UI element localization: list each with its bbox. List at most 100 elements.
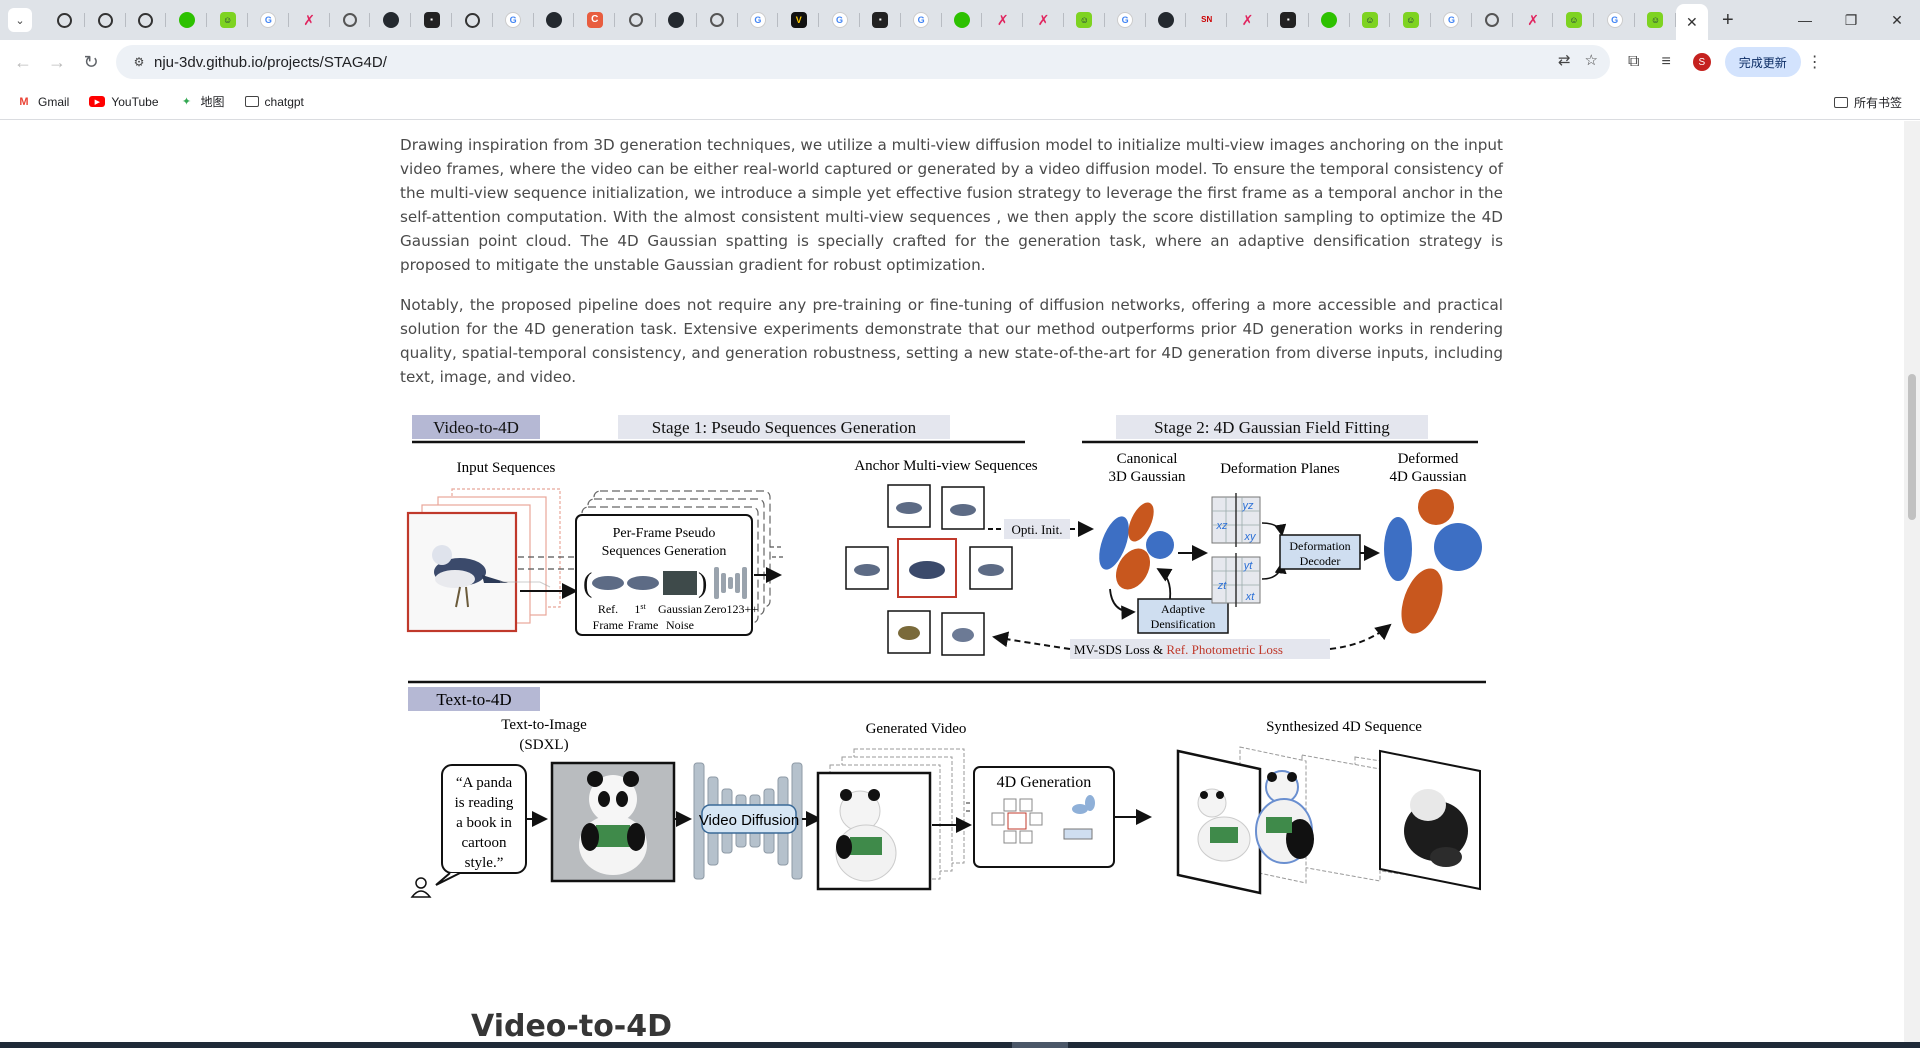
generated-video-frames xyxy=(816,748,965,891)
scrollbar-thumb[interactable] xyxy=(1908,374,1916,520)
browser-tab[interactable]: G xyxy=(1105,4,1146,36)
orange-icon: C xyxy=(586,12,603,28)
noise-label: Noise xyxy=(666,618,694,632)
forward-button[interactable]: → xyxy=(40,45,74,79)
plane-xz-label: xz xyxy=(1216,520,1229,532)
browser-tab[interactable]: ✗ xyxy=(1513,4,1554,36)
densify-arrow-in xyxy=(1109,588,1136,620)
smile-icon: ☺ xyxy=(1361,12,1378,28)
close-paren-glyph: ) xyxy=(698,568,707,599)
browser-tab[interactable]: ☺ xyxy=(1553,4,1595,36)
browser-tab[interactable]: ✗ xyxy=(1023,4,1064,36)
reload-button[interactable]: ↻ xyxy=(74,45,108,79)
tab-search-button[interactable]: ⌄ xyxy=(8,8,32,32)
extensions-icon[interactable]: ⧉ xyxy=(1628,53,1639,71)
browser-tab[interactable]: ✗ xyxy=(982,4,1023,36)
browser-tab[interactable] xyxy=(1146,4,1187,36)
browser-tab[interactable]: ☺ xyxy=(207,4,248,36)
bookmark-star-icon[interactable]: ☆ xyxy=(1585,51,1598,69)
browser-tab[interactable] xyxy=(656,4,697,36)
browser-tab[interactable] xyxy=(85,4,126,36)
site-info-icon[interactable]: ⚙ xyxy=(128,51,150,73)
user-icon xyxy=(410,877,432,898)
browser-tab[interactable]: ✗ xyxy=(1227,4,1268,36)
browser-tab[interactable]: G xyxy=(901,4,942,36)
bookmark-gmail[interactable]: M Gmail xyxy=(12,88,73,116)
google-icon: G xyxy=(1606,12,1623,28)
browser-tab[interactable]: ▪ xyxy=(1268,4,1309,36)
per-frame-label-2: Sequences Generation xyxy=(602,544,727,559)
browser-tab[interactable]: ▪ xyxy=(411,4,452,36)
browser-tab[interactable]: ☺ xyxy=(1635,4,1676,36)
github-icon xyxy=(668,12,685,28)
ref-frame-label: Frame xyxy=(593,618,624,632)
all-bookmarks-folder[interactable]: 所有书签 xyxy=(1830,88,1906,116)
anchor-mv-label: Anchor Multi-view Sequences xyxy=(854,458,1037,474)
browser-tab[interactable] xyxy=(1472,4,1513,36)
generated-video-label: Generated Video xyxy=(866,721,967,737)
browser-tab[interactable] xyxy=(1309,4,1350,36)
translate-icon[interactable]: ⇄ xyxy=(1558,51,1571,69)
new-tab-button[interactable]: + xyxy=(1714,6,1742,34)
browser-tab[interactable] xyxy=(370,4,411,36)
active-tab[interactable]: ✕ xyxy=(1675,4,1708,40)
url-text[interactable]: nju-3dv.github.io/projects/STAG4D/ xyxy=(154,54,387,71)
plane-zt-label: zt xyxy=(1217,580,1228,592)
address-bar[interactable]: ⚙ nju-3dv.github.io/projects/STAG4D/ ⇄ ☆ xyxy=(116,45,1610,79)
browser-tab[interactable]: G xyxy=(1594,4,1635,36)
browser-tab[interactable] xyxy=(697,4,738,36)
page-scrollbar[interactable] xyxy=(1904,121,1920,1042)
wechat-icon xyxy=(178,12,195,28)
bookmark-youtube[interactable]: ▶ YouTube xyxy=(85,88,162,116)
minimize-button[interactable]: — xyxy=(1782,0,1828,40)
plane-xy-label: xy xyxy=(1244,531,1258,543)
google-icon: G xyxy=(1117,12,1134,28)
wechat-icon xyxy=(1321,12,1338,28)
browser-tab[interactable] xyxy=(942,4,983,36)
browser-tab[interactable]: C xyxy=(574,4,615,36)
browser-tab[interactable]: ✗ xyxy=(289,4,330,36)
bookmark-label: Gmail xyxy=(38,94,70,109)
sn-icon: SN xyxy=(1201,15,1213,24)
google-icon: G xyxy=(1443,12,1460,28)
video-to-4d-heading: Video-to-4D xyxy=(471,1009,673,1042)
browser-tab[interactable]: ☺ xyxy=(1064,4,1105,36)
browser-tab[interactable]: G xyxy=(248,4,289,36)
close-window-button[interactable]: ✕ xyxy=(1874,0,1920,40)
x-icon: ✗ xyxy=(1037,12,1050,28)
plane-yz-label: yz xyxy=(1242,500,1255,512)
browser-tab[interactable]: G xyxy=(738,4,779,36)
smile-icon: ☺ xyxy=(1565,12,1582,28)
browser-tab[interactable] xyxy=(615,4,656,36)
browser-tab[interactable]: ▪ xyxy=(860,4,901,36)
browser-tab[interactable]: G xyxy=(1431,4,1472,36)
bookmark-maps[interactable]: ✦ 地图 xyxy=(175,88,229,116)
media-controls-icon[interactable]: ≡ xyxy=(1661,53,1670,71)
browser-tab[interactable]: V xyxy=(778,4,819,36)
menu-icon[interactable]: ⋮ xyxy=(1801,52,1829,72)
restore-button[interactable]: ❐ xyxy=(1828,0,1874,40)
github-icon xyxy=(382,12,399,28)
deformed-blue-circle xyxy=(1434,523,1482,571)
browser-tab[interactable] xyxy=(534,4,575,36)
browser-tab[interactable]: SN xyxy=(1186,4,1227,36)
loss-label: MV-SDS Loss & Ref. Photometric Loss xyxy=(1074,642,1283,657)
taskbar-active-app[interactable] xyxy=(1012,1042,1068,1048)
browser-tab[interactable]: ☺ xyxy=(1390,4,1431,36)
browser-tab[interactable] xyxy=(452,4,493,36)
back-button[interactable]: ← xyxy=(6,45,40,79)
browser-tab[interactable]: G xyxy=(493,4,534,36)
bookmark-label: 所有书签 xyxy=(1853,95,1902,110)
browser-tab[interactable]: G xyxy=(819,4,860,36)
browser-tab[interactable] xyxy=(330,4,371,36)
bookmark-chatgpt-folder[interactable]: chatgpt xyxy=(241,88,308,116)
abstract-paragraph-1: Drawing inspiration from 3D generation t… xyxy=(400,136,1503,274)
deformed-label-1: Deformed xyxy=(1398,451,1459,467)
browser-tab[interactable] xyxy=(126,4,167,36)
browser-tab[interactable] xyxy=(166,4,207,36)
update-button[interactable]: 完成更新 xyxy=(1724,47,1801,77)
browser-tab[interactable]: ☺ xyxy=(1350,4,1391,36)
close-tab-icon[interactable]: ✕ xyxy=(1686,14,1698,31)
browser-tab[interactable] xyxy=(44,4,85,36)
profile-avatar[interactable]: S xyxy=(1692,53,1711,71)
